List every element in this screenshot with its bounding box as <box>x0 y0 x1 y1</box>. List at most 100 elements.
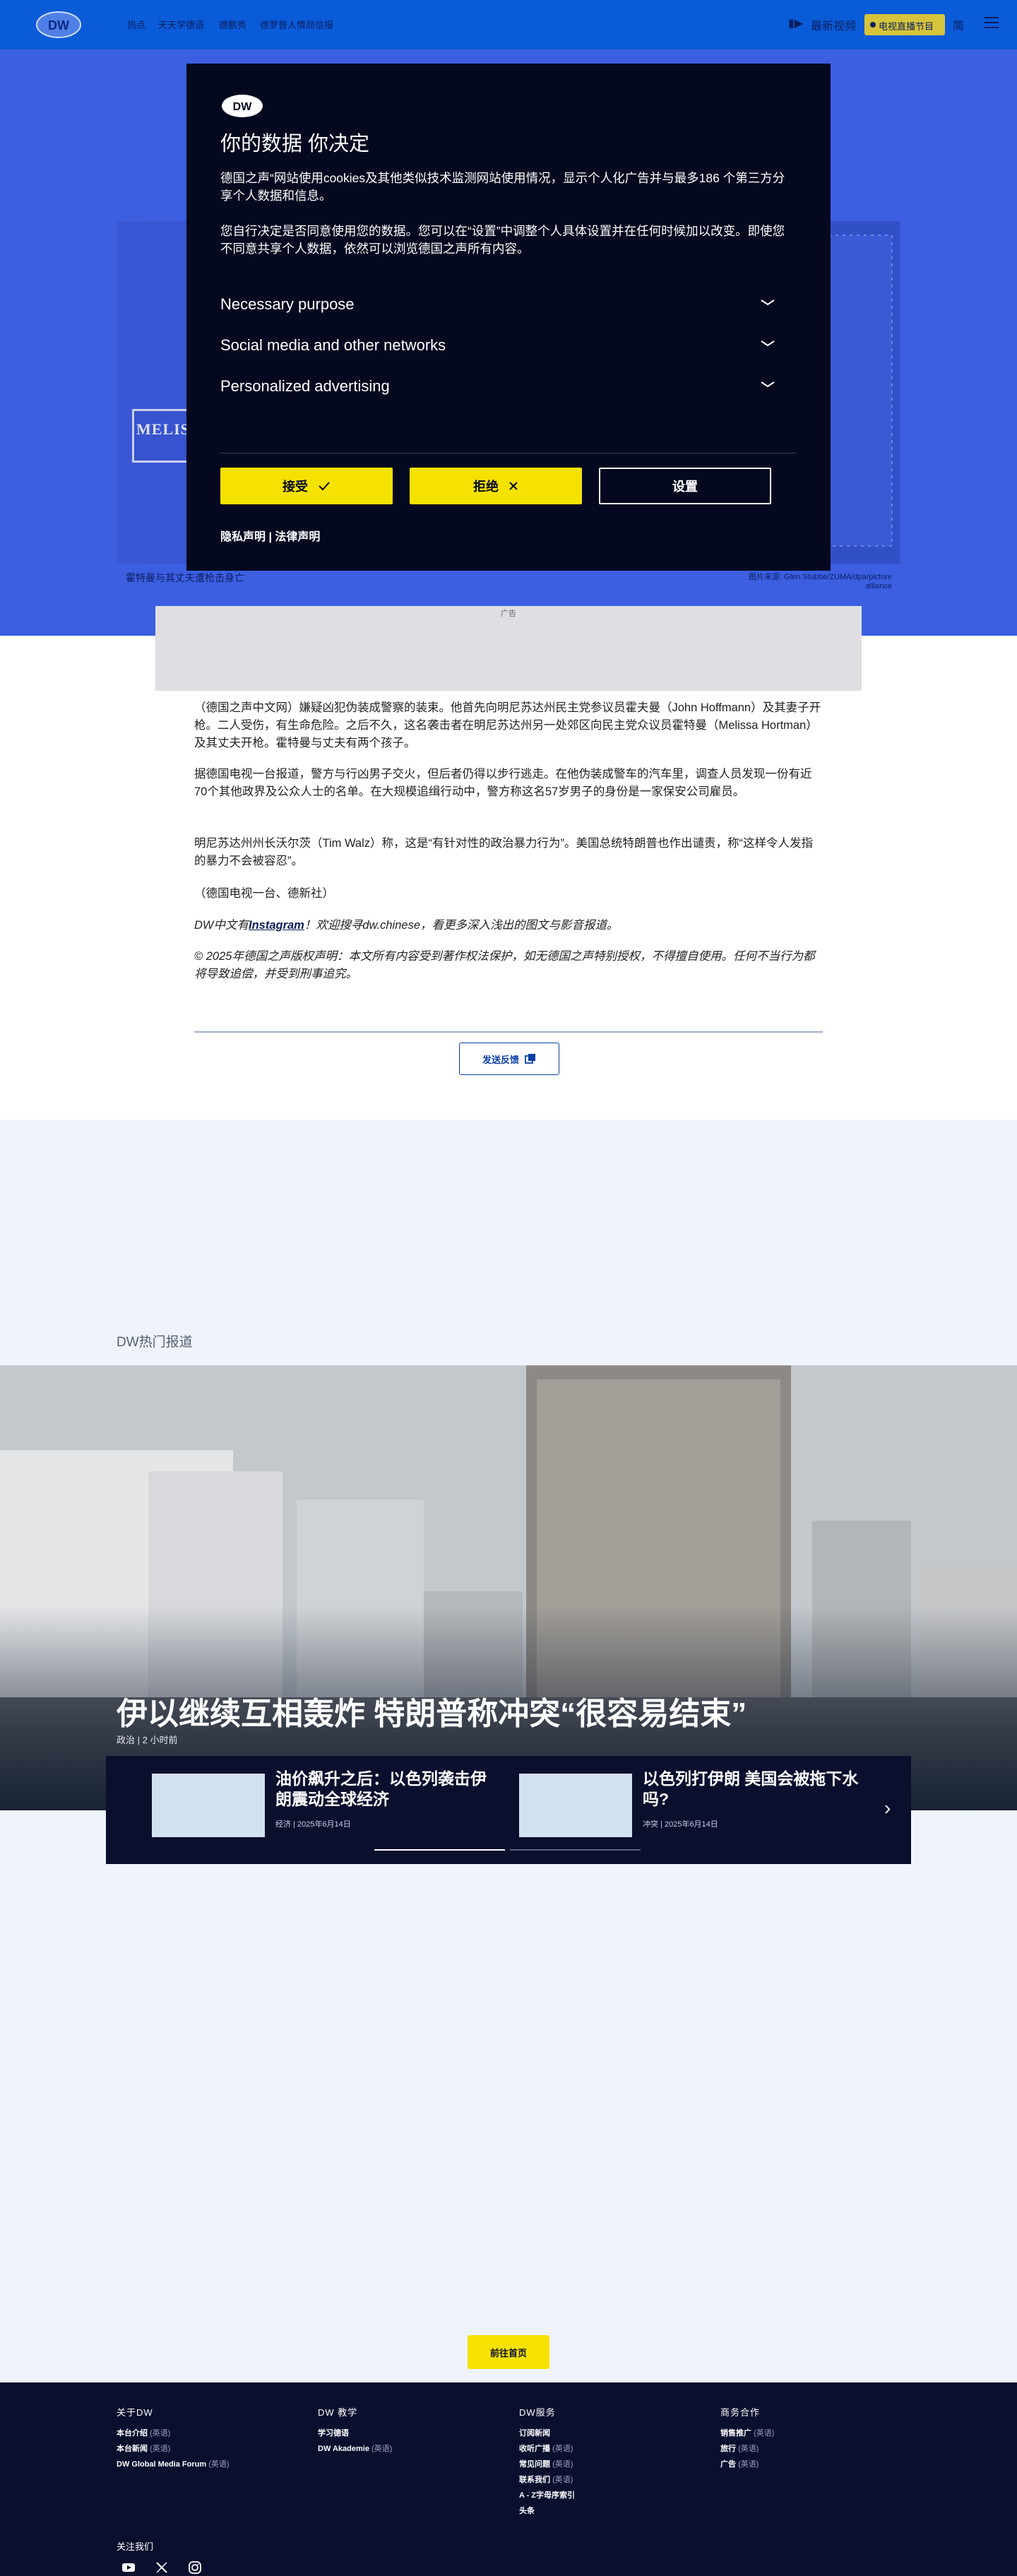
instagram-link[interactable]: Instagram <box>249 919 304 932</box>
article-divider <box>194 1031 823 1033</box>
footer-column-about: 关于DW 本台介绍 (英语) 本台新闻 (英语) DW Global Media… <box>117 2405 230 2474</box>
article-paragraph: （德国之声中文网）嫌疑凶犯伪装成警察的装束。他首先向明尼苏达州民主党参议员霍夫曼… <box>194 701 821 749</box>
footer-link[interactable]: 销售推广 (英语) <box>720 2427 774 2438</box>
related-thumbnail[interactable] <box>152 1774 265 1837</box>
follow-suffix: ！欢迎搜寻dw.chinese，看更多深入浅出的图文与影音报道。 <box>304 919 619 932</box>
accept-label: 接受 <box>282 480 308 494</box>
reject-label: 拒绝 <box>473 480 499 494</box>
footer-link[interactable]: 广告 (英语) <box>720 2458 774 2469</box>
settings-button[interactable]: 设置 <box>599 468 771 504</box>
footer-link[interactable]: DW Global Media Forum (英语) <box>117 2458 230 2469</box>
svg-text:DW: DW <box>233 101 253 113</box>
youtube-icon[interactable] <box>121 2560 136 2575</box>
carousel-progress-active[interactable] <box>374 1849 505 1851</box>
follow-prefix: DW中文有 <box>194 919 249 932</box>
related-thumbnail[interactable] <box>519 1774 632 1837</box>
chevron-down-icon <box>761 381 775 388</box>
consent-description: 德国之声“网站使用cookies及其他类似技术监测网站使用情况，显示个人化广告并… <box>220 171 785 203</box>
article-paragraph: 据德国电视一台报道，警方与行凶男子交火，但后者仍得以步行逃走。在他伪装成警车的汽… <box>194 768 812 798</box>
dw-logo[interactable]: DW <box>35 11 82 39</box>
article-paragraph: （德国电视一台、德新社） <box>194 887 334 900</box>
accept-button[interactable]: 接受 <box>220 468 393 504</box>
follow-note: DW中文有Instagram！欢迎搜寻dw.chinese，看更多深入浅出的图文… <box>194 917 823 934</box>
carousel-progress[interactable] <box>510 1849 641 1851</box>
live-dot-icon <box>870 22 876 28</box>
live-tv-label: 电视直播节目 <box>879 21 934 32</box>
footer-column-business: 商务合作 销售推广 (英语) 旅行 (英语) 广告 (英语) <box>720 2405 774 2474</box>
purpose-label: Social media and other networks <box>220 336 446 354</box>
chevron-right-icon[interactable]: › <box>884 1797 891 1820</box>
footer-heading: 商务合作 <box>720 2407 761 2418</box>
chevron-down-icon <box>761 340 775 347</box>
purpose-necessary[interactable]: Necessary purpose <box>220 295 775 324</box>
footer-link[interactable]: A - Z字母序索引 <box>519 2489 575 2500</box>
hot-topics-heading: DW热门报道 <box>117 1335 193 1350</box>
footer-heading: DW 教学 <box>318 2407 358 2418</box>
footer-link[interactable]: 常见问题 (英语) <box>519 2458 575 2469</box>
footer-link[interactable]: 头条 <box>519 2505 575 2516</box>
consent-title: 你的数据 你决定 <box>220 133 370 155</box>
purpose-social-media[interactable]: Social media and other networks <box>220 336 775 364</box>
nav-link-learn-german[interactable]: 天天学德语 <box>158 18 204 31</box>
footer-link[interactable]: 收听广播 (英语) <box>519 2443 575 2454</box>
ad-placeholder: 广告 <box>155 606 862 691</box>
site-footer: 关于DW 本台介绍 (英语) 本台新闻 (英语) DW Global Media… <box>0 2382 1017 2576</box>
purpose-label: Personalized advertising <box>220 377 390 395</box>
copyright-note: © 2025年德国之声版权声明：本文所有内容受到著作权法保护，如无德国之声特别授… <box>194 950 815 980</box>
footer-link[interactable]: 订阅新闻 <box>519 2427 575 2438</box>
consent-description: 您自行决定是否同意使用您的数据。您可以在“设置”中调整个人具体设置并在任何时候加… <box>220 224 785 256</box>
check-icon <box>319 482 330 491</box>
live-tv-button[interactable]: 电视直播节目 <box>864 14 945 35</box>
footer-link[interactable]: 旅行 (英语) <box>720 2443 774 2454</box>
consent-legal-links: 隐私声明 | 法律声明 <box>220 527 320 544</box>
related-meta: 经济 | 2025年6月14日 <box>275 1820 351 1829</box>
footer-column-teaching: DW 教学 学习德语 DW Akademie (英语) <box>318 2405 392 2458</box>
footer-link[interactable]: DW Akademie (英语) <box>318 2443 392 2454</box>
latest-videos-link[interactable]: 最新视频 <box>811 16 856 33</box>
footer-heading: 关于DW <box>117 2407 153 2418</box>
chevron-down-icon <box>761 299 775 306</box>
footer-column-services: DW服务 订阅新闻 收听广播 (英语) 常见问题 (英语) 联系我们 (英语) … <box>519 2405 575 2520</box>
privacy-link[interactable]: 隐私声明 <box>220 531 266 543</box>
related-title[interactable]: 以色列打伊朗 美国会被拖下水吗? <box>643 1769 869 1810</box>
hot-topic-meta: 政治 | 2 小时前 <box>117 1735 178 1745</box>
feedback-button[interactable]: 发送反馈 <box>459 1043 559 1075</box>
social-links <box>121 2560 202 2575</box>
copy-icon <box>525 1054 535 1064</box>
nav-link-special[interactable]: 德罗普人情局信报 <box>260 18 333 31</box>
go-home-button[interactable]: 前往首页 <box>468 2335 549 2369</box>
video-camera-icon[interactable]: ▮▶ <box>788 16 803 32</box>
legal-link[interactable]: 法律声明 <box>275 531 320 543</box>
cookie-consent-dialog: DW 你的数据 你决定 德国之声“网站使用cookies及其他类似技术监测网站使… <box>186 64 831 571</box>
footer-link[interactable]: 本台新闻 (英语) <box>117 2443 230 2454</box>
settings-label: 设置 <box>672 480 698 494</box>
close-icon <box>509 482 518 490</box>
hamburger-menu-icon[interactable] <box>985 17 999 30</box>
language-switcher[interactable]: 简 <box>953 16 964 33</box>
ad-label: 广告 <box>501 610 516 618</box>
purpose-label: Necessary purpose <box>220 295 355 313</box>
related-title[interactable]: 油价飙升之后：以色列袭击伊朗震动全球经济 <box>275 1769 501 1810</box>
related-carousel: 油价飙升之后：以色列袭击伊朗震动全球经济 经济 | 2025年6月14日 以色列… <box>106 1756 911 1864</box>
footer-link[interactable]: 联系我们 (英语) <box>519 2474 575 2485</box>
related-meta: 冲突 | 2025年6月14日 <box>643 1820 718 1829</box>
footer-link[interactable]: 本台介绍 (英语) <box>117 2427 230 2438</box>
purpose-advertising[interactable]: Personalized advertising <box>220 377 775 405</box>
instagram-icon[interactable] <box>188 2560 202 2575</box>
follow-us-heading: 关注我们 <box>117 2541 154 2552</box>
svg-text:DW: DW <box>48 18 69 32</box>
dw-logo: DW <box>222 95 263 117</box>
hero-credit: 图片来源: Glen Stubbe/ZUMA/dpa/picture allia… <box>749 573 892 590</box>
x-icon[interactable] <box>155 2560 169 2575</box>
feedback-label: 发送反馈 <box>482 1054 519 1065</box>
footer-link[interactable]: 学习德语 <box>318 2427 392 2438</box>
name-plate-text: MELIS <box>136 420 190 438</box>
article-paragraph: 明尼苏达州州长沃尔茨（Tim Walz）称，这是“有针对性的政治暴力行为”。美国… <box>194 837 813 867</box>
hero-caption: 霍特曼与其丈夫遭枪击身亡 <box>126 572 244 583</box>
site-header: DW 热点 天天学德语 德鹏秀 德罗普人情局信报 ▮▶ 最新视频 电视直播节目 … <box>0 0 1017 49</box>
nav-link-hot[interactable]: 热点 <box>127 18 145 31</box>
reject-button[interactable]: 拒绝 <box>410 468 582 504</box>
footer-heading: DW服务 <box>519 2407 556 2418</box>
hot-topic-title[interactable]: 伊以继续互相轰炸 特朗普称冲突“很容易结束” <box>117 1688 747 1733</box>
nav-link-show[interactable]: 德鹏秀 <box>219 18 246 31</box>
